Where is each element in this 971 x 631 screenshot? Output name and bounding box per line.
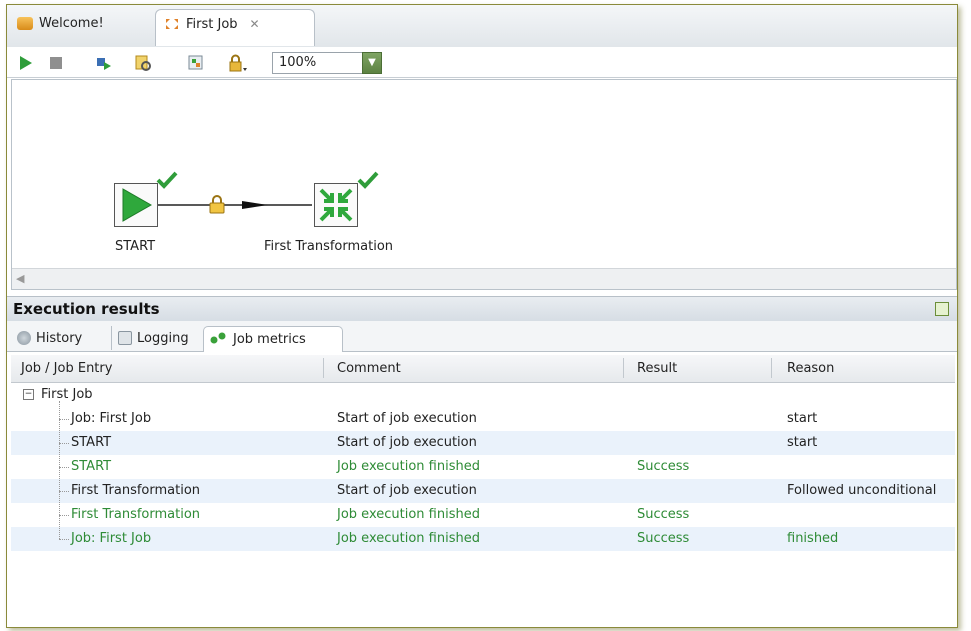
- tab-welcome-label: Welcome!: [39, 16, 104, 31]
- transformation-icon: [319, 188, 353, 222]
- tab-first-job[interactable]: First Job ✕: [155, 9, 315, 46]
- column-header-entry[interactable]: Job / Job Entry: [21, 361, 112, 376]
- cell-reason: Followed unconditional: [787, 483, 937, 498]
- cell-comment: Start of job execution: [337, 483, 477, 498]
- table-row[interactable]: Job: First Job Start of job execution star…: [11, 407, 955, 431]
- column-header-result[interactable]: Result: [637, 361, 677, 376]
- cell-entry: START: [71, 435, 112, 450]
- tab-history[interactable]: History: [11, 326, 88, 350]
- job-toolbar: 100% ▼: [7, 47, 957, 78]
- job-canvas[interactable]: START First Transformation ◀: [11, 79, 957, 290]
- column-divider[interactable]: [323, 358, 324, 378]
- start-icon: [122, 188, 153, 222]
- cell-entry: Job: First Job: [71, 531, 152, 546]
- close-icon[interactable]: ✕: [250, 17, 260, 31]
- transformation-node-label: First Transformation: [264, 239, 394, 254]
- zoom-select[interactable]: 100% ▼: [272, 52, 382, 74]
- table-header: Job / Job Entry Comment Result Reason: [11, 355, 955, 383]
- cell-reason: finished: [787, 531, 839, 546]
- cell-entry: START: [71, 459, 112, 474]
- editor-tab-bar: Welcome! First Job ✕: [7, 5, 957, 48]
- cell-comment: Job execution finished: [337, 531, 480, 546]
- horizontal-scrollbar[interactable]: ◀: [12, 268, 956, 289]
- table-row[interactable]: First Transformation Start of job executi…: [11, 479, 955, 503]
- spoon-window: Welcome! First Job ✕ 100% ▼ START First …: [6, 4, 958, 628]
- cell-reason: start: [787, 435, 818, 450]
- column-header-reason[interactable]: Reason: [787, 361, 834, 376]
- tab-logging[interactable]: Logging: [111, 326, 195, 350]
- cell-comment: Job execution finished: [337, 507, 480, 522]
- cell-comment: Job execution finished: [337, 459, 480, 474]
- cell-entry: First Transformation: [71, 483, 201, 498]
- tab-job-metrics-label: Job metrics: [233, 332, 306, 347]
- tree-connector: [59, 539, 69, 540]
- success-check-icon: [156, 171, 178, 193]
- logging-icon: [118, 331, 132, 345]
- column-divider[interactable]: [623, 358, 624, 378]
- tree-connector: [59, 419, 69, 420]
- maximize-icon[interactable]: [935, 302, 949, 316]
- replay-icon[interactable]: [95, 54, 113, 72]
- cell-result: Success: [637, 459, 690, 474]
- tree-connector: [59, 443, 69, 444]
- success-check-icon: [357, 171, 379, 193]
- check-icon[interactable]: [134, 54, 152, 72]
- table-row[interactable]: START Start of job execution start: [11, 431, 955, 455]
- tree-connector: [59, 491, 69, 492]
- tab-job-metrics[interactable]: Job metrics: [203, 326, 343, 352]
- tree-connector: [59, 515, 69, 516]
- execution-results-title: Execution results: [13, 300, 160, 318]
- zoom-value: 100%: [279, 55, 317, 70]
- welcome-icon: [17, 17, 33, 30]
- table-row[interactable]: START Job execution finished Success: [11, 455, 955, 479]
- scroll-left-icon[interactable]: ◀: [16, 272, 24, 285]
- cell-entry: First Transformation: [71, 507, 201, 522]
- chevron-down-icon[interactable]: ▼: [362, 52, 382, 74]
- start-node[interactable]: [114, 183, 158, 227]
- tab-welcome[interactable]: Welcome!: [9, 9, 159, 46]
- table-row[interactable]: First Transformation Job execution finish…: [11, 503, 955, 527]
- execution-tabs: History Logging Job metrics: [7, 321, 957, 352]
- cell-comment: Start of job execution: [337, 411, 477, 426]
- stop-icon[interactable]: [47, 54, 65, 72]
- job-icon: [164, 17, 180, 31]
- transformation-node[interactable]: [314, 183, 358, 227]
- run-icon[interactable]: [17, 54, 35, 72]
- column-divider[interactable]: [771, 358, 772, 378]
- tree-connector: [59, 467, 69, 468]
- collapse-icon[interactable]: −: [23, 389, 34, 400]
- cell-result: Success: [637, 531, 690, 546]
- tab-first-job-label: First Job: [186, 17, 238, 32]
- start-node-label: START: [115, 239, 156, 254]
- metrics-icon: [210, 331, 228, 349]
- tab-logging-label: Logging: [137, 330, 189, 346]
- column-header-comment[interactable]: Comment: [337, 361, 401, 376]
- tree-connector: [59, 401, 60, 539]
- tab-history-label: History: [36, 330, 83, 346]
- lock-icon: [208, 194, 226, 218]
- lock-icon[interactable]: [227, 54, 247, 72]
- history-icon: [17, 331, 31, 345]
- cell-result: Success: [637, 507, 690, 522]
- execution-results-header: Execution results: [7, 296, 957, 322]
- cell-reason: start: [787, 411, 818, 426]
- table-row-root[interactable]: − First Job: [11, 383, 955, 407]
- cell-comment: Start of job execution: [337, 435, 477, 450]
- cell-entry: Job: First Job: [71, 411, 152, 426]
- impact-icon[interactable]: [187, 54, 205, 72]
- root-entry-label: First Job: [41, 387, 93, 402]
- table-row[interactable]: Job: First Job Job execution finished Succ…: [11, 527, 955, 551]
